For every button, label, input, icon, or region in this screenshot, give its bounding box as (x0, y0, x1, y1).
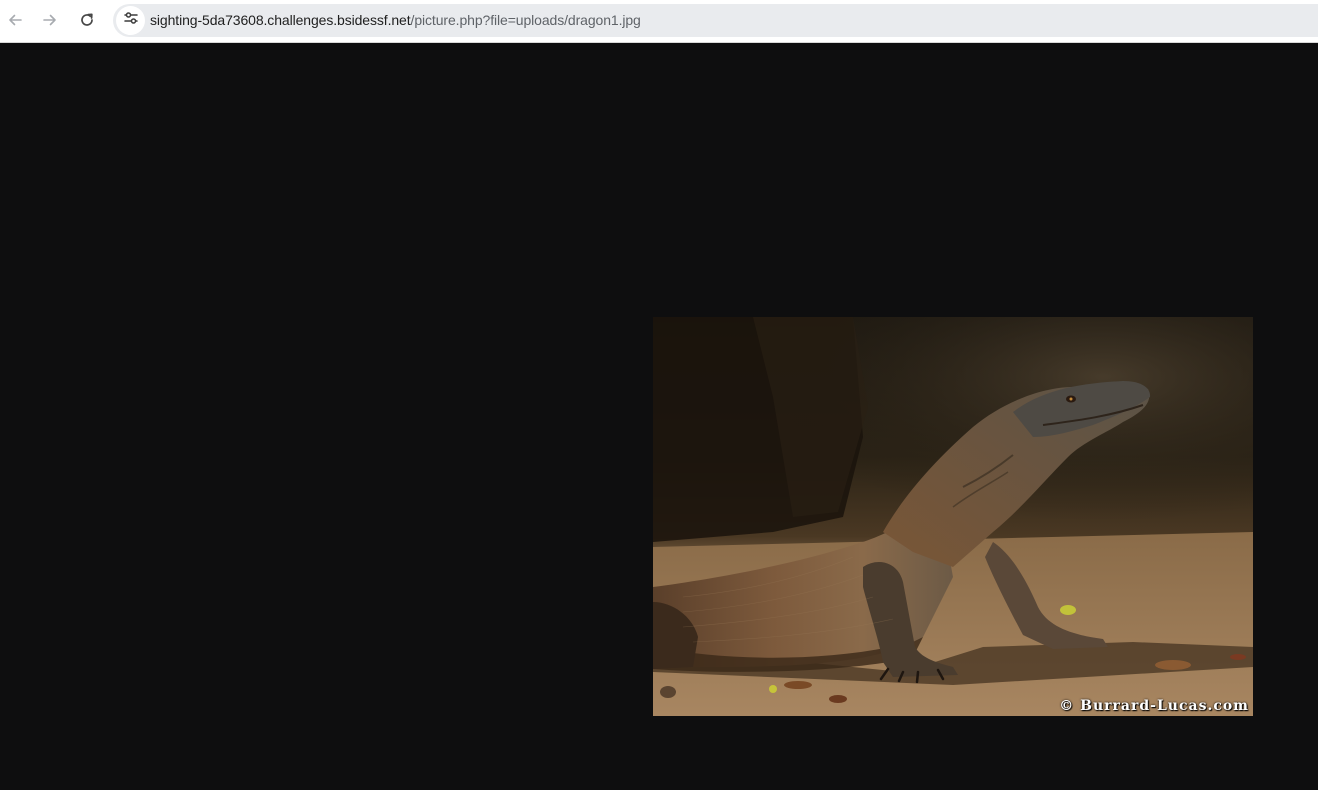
reload-button[interactable] (73, 6, 101, 34)
forward-button[interactable] (36, 6, 64, 34)
back-button[interactable] (1, 6, 29, 34)
arrow-left-icon (7, 12, 23, 28)
url-text[interactable]: sighting-5da73608.challenges.bsidessf.ne… (150, 4, 641, 37)
arrow-right-icon (42, 12, 58, 28)
browser-toolbar: sighting-5da73608.challenges.bsidessf.ne… (0, 0, 1318, 43)
address-bar[interactable]: sighting-5da73608.challenges.bsidessf.ne… (113, 4, 1318, 37)
site-info-button[interactable] (116, 6, 145, 35)
tune-icon (123, 10, 139, 31)
url-path: /picture.php?file=uploads/dragon1.jpg (410, 12, 641, 28)
photo-watermark: © Burrard-Lucas.com (1059, 698, 1249, 714)
komodo-dragon-photo: © Burrard-Lucas.com (653, 317, 1253, 716)
komodo-dragon-image (653, 317, 1253, 716)
reload-icon (79, 12, 95, 28)
url-host: sighting-5da73608.challenges.bsidessf.ne… (150, 12, 411, 28)
